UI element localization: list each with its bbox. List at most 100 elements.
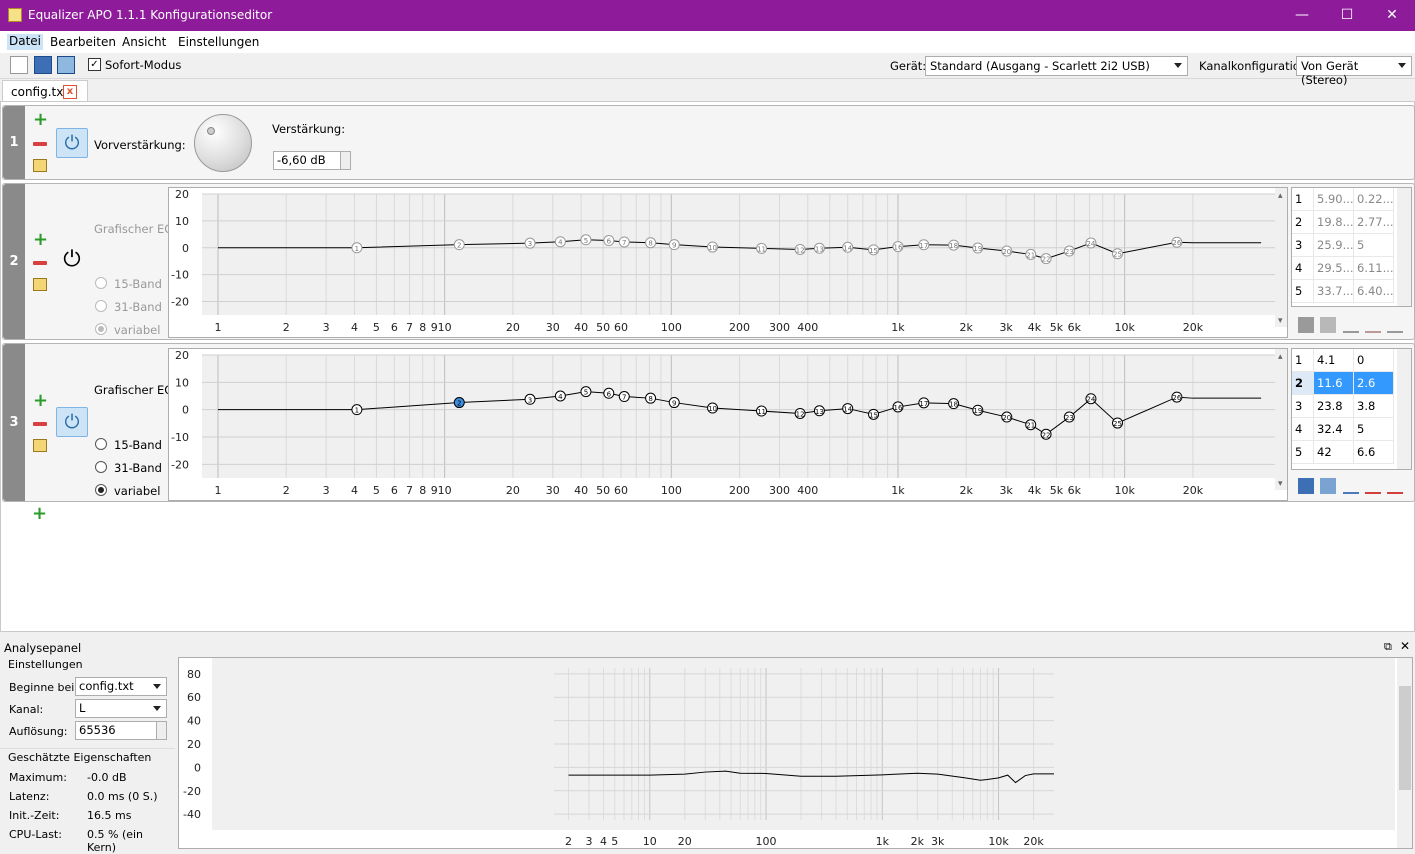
save-icon[interactable] [1298,317,1314,333]
table-row[interactable]: 2 19.8... 2.77... [1292,211,1399,234]
add-icon[interactable]: + [33,231,48,249]
filter-table-3[interactable]: 1 4.1 0 2 11.6 2.6 3 23.8 3.8 4 32.4 5 5 42 6.6 [1291,348,1412,470]
y-tick-label: -10 [171,269,189,282]
radio-31band[interactable] [95,300,107,312]
geraet-select[interactable]: Standard (Ausgang - Scarlett 2i2 USB) [925,56,1188,76]
table-scrollbar[interactable] [1397,349,1411,469]
spin-arrows-icon[interactable] [156,722,166,739]
radio-15band[interactable] [95,277,107,289]
table-row[interactable]: 5 33.7... 6.40... [1292,280,1399,303]
edit-icon[interactable] [33,439,47,452]
filter-table-2[interactable]: 1 5.90... 0.22... 2 19.8... 2.77... 3 25.9... 5 4… [1291,187,1412,307]
import-icon[interactable] [1320,478,1336,494]
frequency-cell[interactable]: 11.6 [1314,372,1354,395]
table-row[interactable]: 1 5.90... 0.22... [1292,188,1399,211]
gain-cell[interactable]: 6.11... [1354,257,1394,280]
float-icon[interactable]: ⧉ [1384,640,1392,654]
gain-knob[interactable] [194,114,252,172]
kanal-select[interactable]: Von Gerät (Stereo) [1296,56,1412,87]
frequency-cell[interactable]: 23.8 [1314,395,1354,418]
gain-cell[interactable]: 3.8 [1354,395,1394,418]
frequency-cell[interactable]: 25.9... [1314,234,1354,257]
invert-icon[interactable] [1365,317,1381,333]
add-filter-icon[interactable]: + [32,505,47,523]
flatten-icon[interactable] [1343,317,1359,333]
table-row[interactable]: 4 29.5... 6.11... [1292,257,1399,280]
eq-graph-2[interactable]: 20100-10-201 2 3 4 5 6 7 8 9 10 20 30 40 50 60 100 200 30… [168,187,1288,338]
close-panel-icon[interactable]: ✕ [1400,639,1410,653]
menu-einstellungen[interactable]: Einstellungen [178,35,259,49]
row-index: 5 [1292,280,1314,303]
eq-point-label: 15 [869,411,878,419]
geraet-value: Standard (Ausgang - Scarlett 2i2 USB) [930,59,1150,73]
save-icon[interactable] [34,56,52,74]
power-icon[interactable]: ⏻ [56,128,88,158]
eq-point-label: 20 [1002,248,1011,256]
table-row[interactable]: 2 11.6 2.6 [1292,372,1399,395]
gain-cell[interactable]: 2.6 [1354,372,1394,395]
table-scrollbar[interactable] [1397,188,1411,306]
table-row[interactable]: 1 4.1 0 [1292,349,1399,372]
row-index: 3 [1292,395,1314,418]
radio-31band[interactable] [95,461,107,473]
frequency-cell[interactable]: 42 [1314,441,1354,464]
gain-cell[interactable]: 5 [1354,234,1394,257]
flatten-icon[interactable] [1343,478,1359,494]
add-icon[interactable]: + [33,111,48,129]
gain-cell[interactable]: 0 [1354,349,1394,372]
aufloesung-input[interactable]: 65536 [75,721,167,740]
edit-icon[interactable] [33,159,47,172]
remove-icon[interactable] [33,142,47,146]
remove-icon[interactable] [33,422,47,426]
menu-datei[interactable]: Datei [7,34,44,50]
remove-icon[interactable] [33,261,47,265]
frequency-cell[interactable]: 4.1 [1314,349,1354,372]
frequency-cell[interactable]: 5.90... [1314,188,1354,211]
frequency-cell[interactable]: 32.4 [1314,418,1354,441]
new-file-icon[interactable] [10,56,28,74]
close-button[interactable]: ✕ [1369,0,1415,31]
edit-icon[interactable] [33,278,47,291]
save-as-icon[interactable] [57,56,75,74]
minimize-button[interactable]: — [1279,0,1325,31]
normalize-icon[interactable] [1387,478,1403,494]
frequency-cell[interactable]: 29.5... [1314,257,1354,280]
power-icon[interactable]: ⏻ [56,407,88,437]
table-row[interactable]: 5 42 6.6 [1292,441,1399,464]
x-tick-label: 20 [506,484,520,497]
import-icon[interactable] [1320,317,1336,333]
frequency-cell[interactable]: 19.8... [1314,211,1354,234]
gain-cell[interactable]: 6.6 [1354,441,1394,464]
gain-cell[interactable]: 0.22... [1354,188,1394,211]
invert-icon[interactable] [1365,478,1381,494]
sofort-checkbox[interactable]: ✓ [88,58,101,71]
close-tab-icon[interactable]: x [63,85,77,99]
tab-config[interactable]: config.txt x [2,80,88,102]
gain-cell[interactable]: 2.77... [1354,211,1394,234]
normalize-icon[interactable] [1387,317,1403,333]
table-row[interactable]: 3 23.8 3.8 [1292,395,1399,418]
radio-variabel[interactable] [95,323,107,335]
radio-15band[interactable] [95,438,107,450]
eq-graph-3[interactable]: 20100-10-201 2 3 4 5 6 7 8 9 10 20 30 40 50 60 100 200 30… [168,348,1288,501]
power-icon[interactable]: ⏻ [56,246,88,276]
table-row[interactable]: 4 32.4 5 [1292,418,1399,441]
menu-bearbeiten[interactable]: Bearbeiten [50,35,116,49]
x-tick-label: 3 [323,321,330,334]
menu-ansicht[interactable]: Ansicht [122,35,166,49]
radio-variabel[interactable] [95,484,107,496]
gain-input[interactable]: -6,60 dB [273,151,351,170]
frequency-cell[interactable]: 33.7... [1314,280,1354,303]
table-row[interactable]: 3 25.9... 5 [1292,234,1399,257]
spin-arrows-icon[interactable] [340,152,350,169]
add-icon[interactable]: + [33,392,48,410]
chevron-down-icon [1398,63,1406,68]
gain-cell[interactable]: 5 [1354,418,1394,441]
analysis-graph[interactable]: 80 60 40 20 0 -20 -40 2 3 4 5 10 20 100 1k 2k 3k 10k 20k [178,657,1413,849]
kanal-analysis-select[interactable]: L [75,699,167,718]
gain-cell[interactable]: 6.40... [1354,280,1394,303]
maximize-button[interactable]: ☐ [1324,0,1370,31]
beginne-select[interactable]: config.txt [75,677,167,696]
eq-point-label: 15 [869,247,878,255]
save-icon[interactable] [1298,478,1314,494]
